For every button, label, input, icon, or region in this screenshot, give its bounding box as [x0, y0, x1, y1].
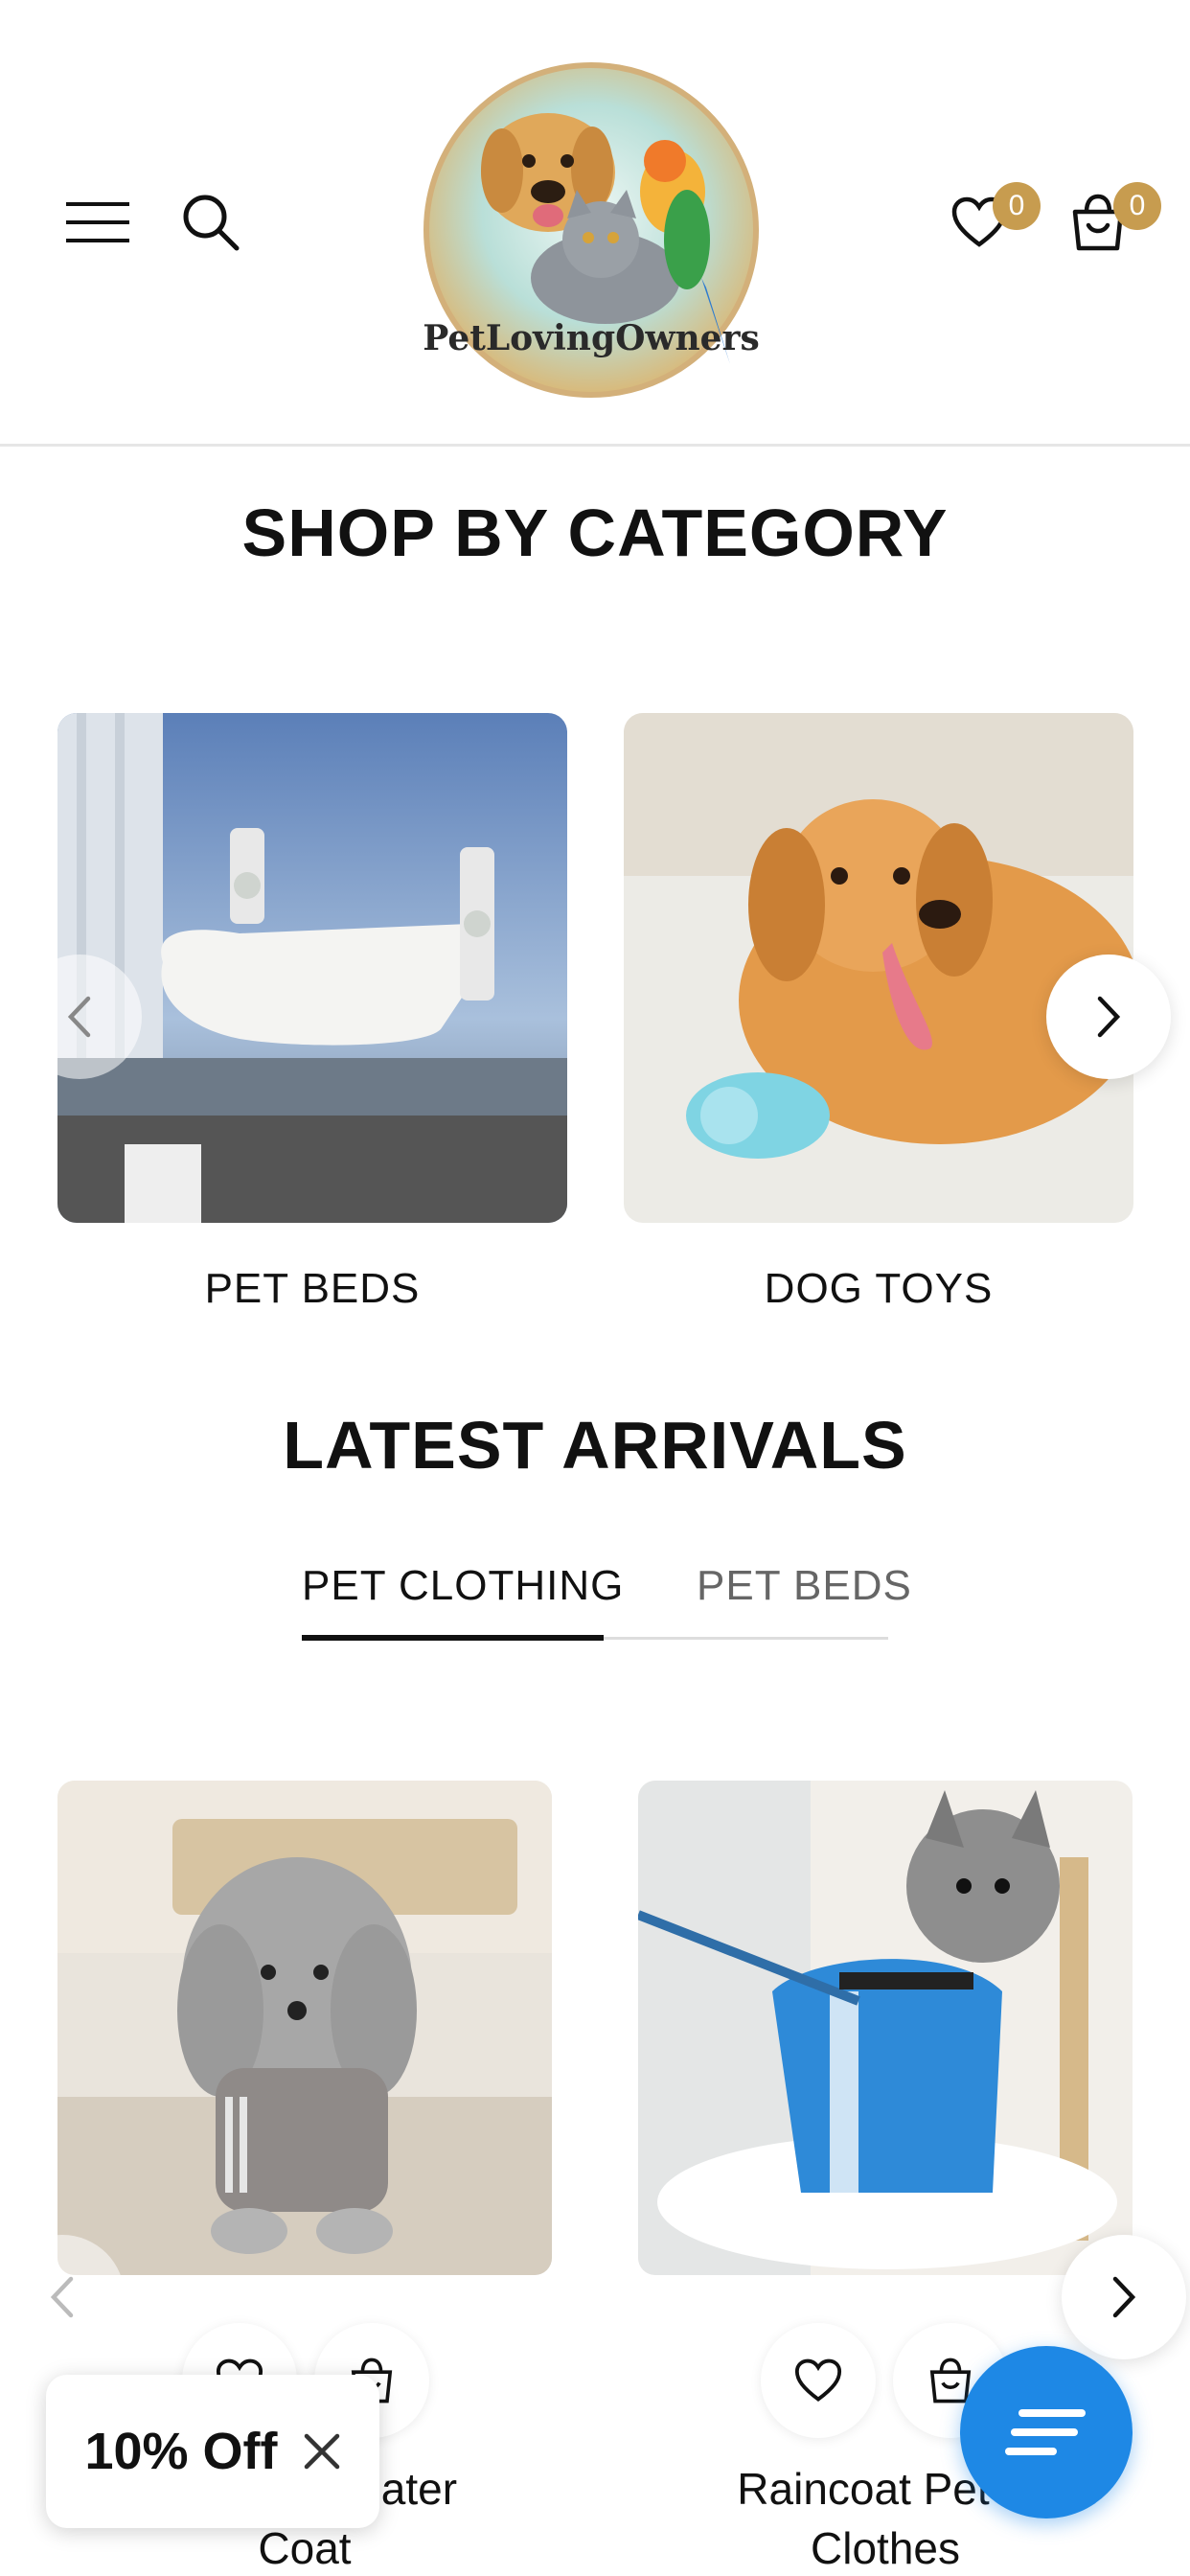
chevron-right-icon — [1112, 2276, 1136, 2318]
category-card-pet-beds[interactable] — [57, 713, 567, 1223]
product-2-wishlist-button[interactable] — [761, 2323, 876, 2438]
category-card-dog-toys[interactable] — [624, 713, 1133, 1223]
chevron-left-icon — [67, 996, 91, 1038]
products-next-arrow[interactable] — [1062, 2235, 1186, 2359]
search-button[interactable] — [171, 182, 251, 263]
category-next-arrow[interactable] — [1046, 954, 1171, 1079]
discount-label[interactable]: 10% Off — [84, 2422, 277, 2481]
tab-pet-beds[interactable]: PET BEDS — [697, 1562, 912, 1610]
menu-button[interactable] — [57, 182, 138, 263]
products-prev-arrow[interactable] — [0, 2235, 125, 2359]
chat-button[interactable] — [960, 2346, 1133, 2518]
chat-icon — [1005, 2409, 1086, 2455]
product-image-sweater-coat[interactable] — [57, 1781, 552, 2275]
discount-popup[interactable]: 10% Off — [46, 2375, 379, 2528]
category-section-title: SHOP BY CATEGORY — [241, 495, 949, 570]
search-icon — [183, 195, 240, 251]
tab-active-indicator — [302, 1635, 604, 1641]
menu-icon — [66, 202, 129, 242]
chevron-right-icon — [1097, 996, 1121, 1038]
tab-pet-clothing[interactable]: PET CLOTHING — [302, 1562, 624, 1610]
logo-text: PetLovingOwners — [423, 318, 760, 358]
brand-logo[interactable]: PetLovingOwners — [414, 58, 768, 402]
chevron-left-icon — [50, 2276, 74, 2318]
cart-count-badge: 0 — [1113, 182, 1161, 230]
close-icon[interactable] — [303, 2432, 341, 2471]
product-image-raincoat[interactable] — [638, 1781, 1133, 2275]
category-prev-arrow[interactable] — [17, 954, 142, 1079]
latest-section-title: LATEST ARRIVALS — [283, 1408, 907, 1483]
category-label-dog-toys[interactable]: DOG TOYS — [624, 1265, 1133, 1313]
heart-icon — [794, 2358, 842, 2402]
category-label-pet-beds[interactable]: PET BEDS — [57, 1265, 567, 1313]
wishlist-count-badge: 0 — [993, 182, 1041, 230]
product-2-name-line2: Clothes — [811, 2523, 960, 2573]
site-header: PetLovingOwners 0 0 — [0, 0, 1190, 447]
